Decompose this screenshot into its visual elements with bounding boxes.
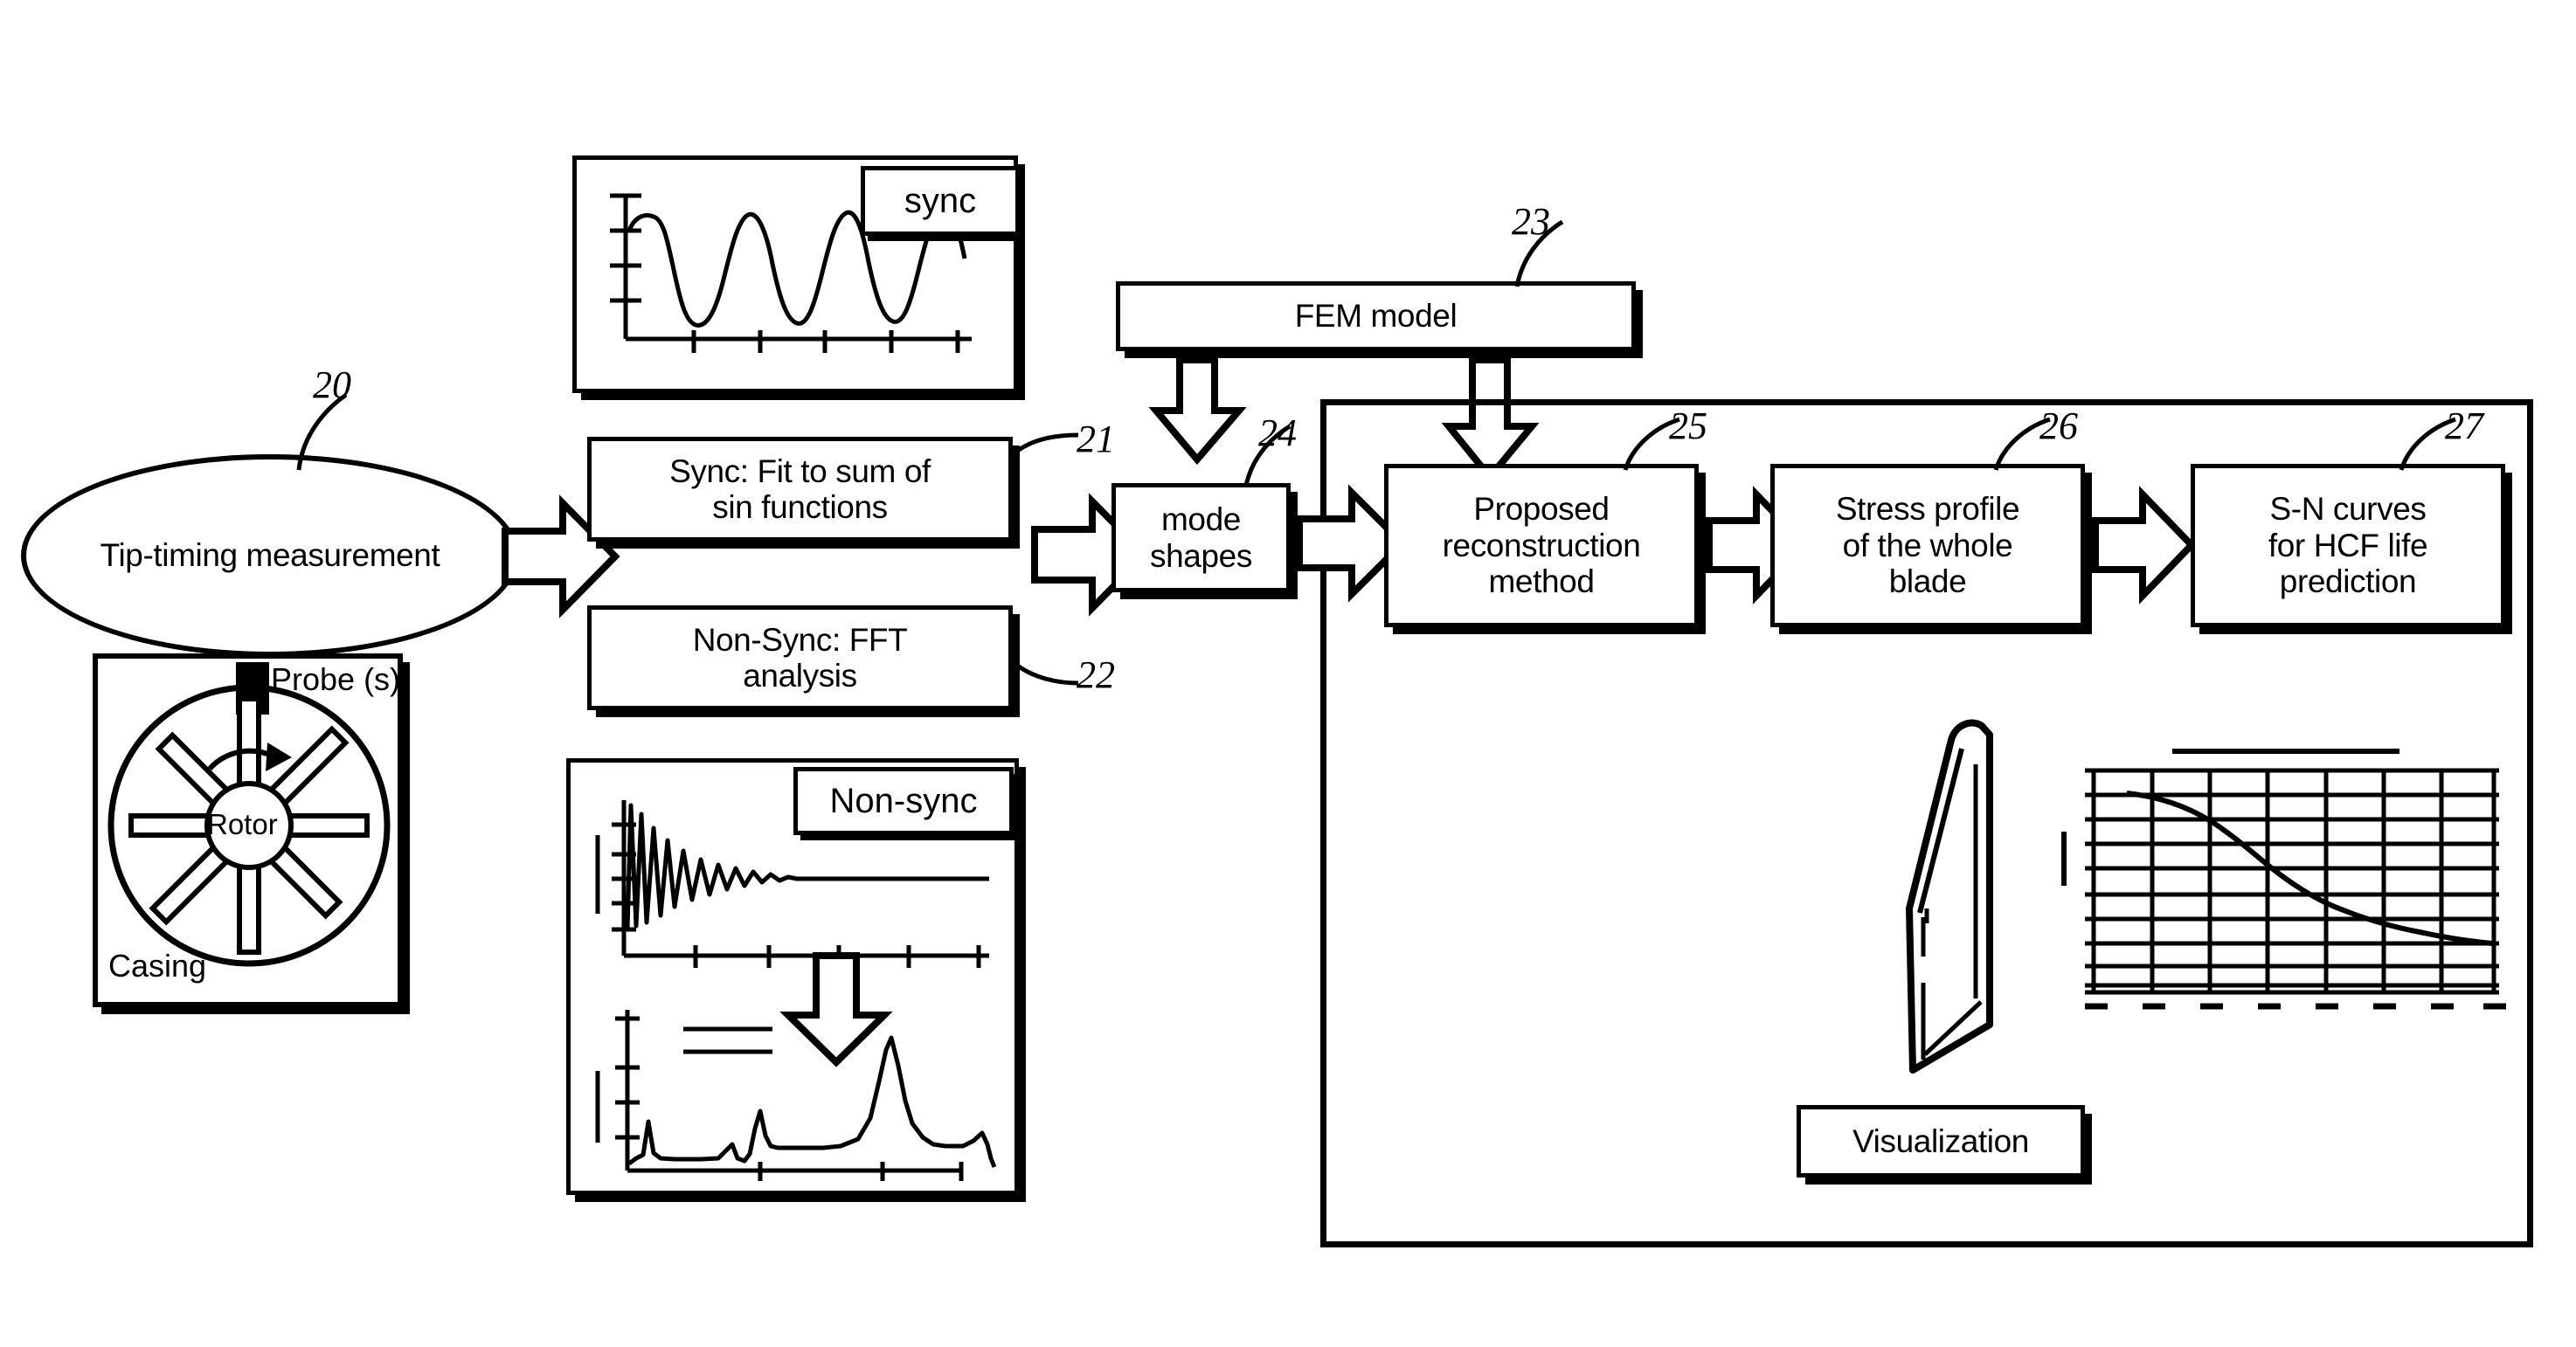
node-reconstruction-method[interactable]: Proposed reconstruction method [1384,464,1699,627]
ref-number-26: 26 [2039,404,2078,447]
ref-number-20: 20 [313,363,351,406]
rotor-label: Rotor [207,808,278,840]
ref-number-24: 24 [1258,411,1297,454]
node-tip-timing-label: Tip-timing measurement [100,537,440,573]
node-sn-curves-label: S-N curves for HCF life prediction [2268,491,2428,600]
node-visualization-label: Visualization [1852,1122,2029,1159]
node-stress-profile[interactable]: Stress profile of the whole blade [1770,464,2085,627]
node-fem-model[interactable]: FEM model [1116,281,1636,351]
node-sync-fit-label: Sync: Fit to sum of sin functions [669,452,931,525]
node-mode-shapes-label: mode shapes [1150,501,1252,574]
ref-number-27: 27 [2445,404,2483,447]
node-stress-profile-label: Stress profile of the whole blade [1835,491,2020,600]
probe-label: Probe (s) [271,661,401,697]
node-visualization[interactable]: Visualization [1797,1105,2085,1178]
probe-icon [236,662,269,715]
node-tip-timing-measurement[interactable]: Tip-timing measurement [21,454,519,657]
node-sync-fit[interactable]: Sync: Fit to sum of sin functions [587,437,1013,542]
ref-number-22: 22 [1077,653,1115,696]
ref-number-25: 25 [1669,404,1707,447]
casing-label: Casing [108,948,207,984]
ref-number-23: 23 [1512,200,1550,243]
panel-tag-sync: sync [861,166,1020,236]
node-reconstruction-label: Proposed reconstruction method [1442,491,1641,600]
ref-number-21: 21 [1077,418,1115,460]
panel-tag-nonsync-label: Non-sync [829,781,978,820]
node-nonsync-fft[interactable]: Non-Sync: FFT analysis [587,605,1013,710]
panel-tag-nonsync: Non-sync [793,767,1014,835]
node-mode-shapes[interactable]: mode shapes [1111,483,1291,592]
node-nonsync-fft-label: Non-Sync: FFT analysis [692,621,908,694]
node-sn-curves[interactable]: S-N curves for HCF life prediction [2191,464,2505,627]
arrow-fem-to-modeshapes [1148,356,1247,466]
node-fem-model-label: FEM model [1294,298,1458,335]
diagram-canvas: Tip-timing measurement 20 Probe (s) Casi… [0,0,2576,1347]
panel-tag-sync-label: sync [904,181,977,220]
